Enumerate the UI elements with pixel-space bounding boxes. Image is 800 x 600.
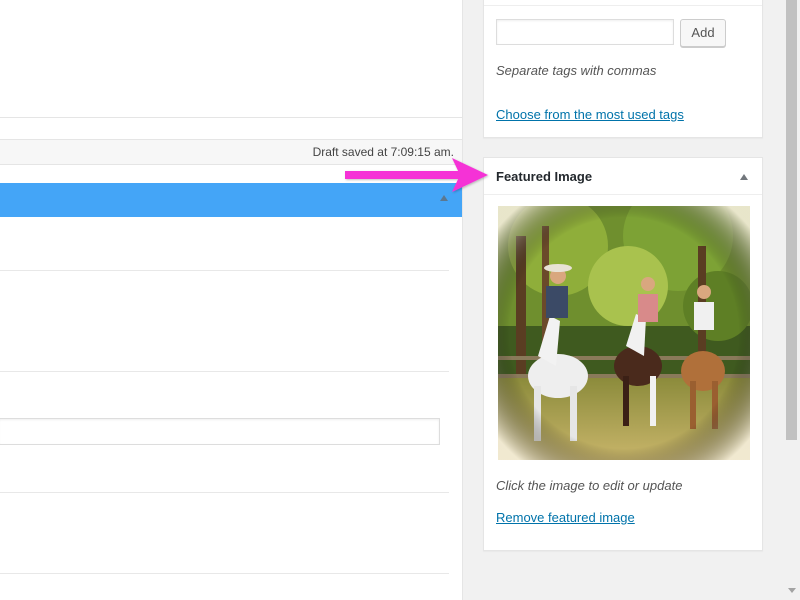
featured-image-caption: Click the image to edit or update: [496, 478, 683, 493]
divider: [0, 573, 449, 574]
divider: [0, 492, 449, 493]
scroll-down-arrow-icon[interactable]: [788, 588, 796, 593]
tag-input[interactable]: [496, 19, 674, 45]
metabox-text-field[interactable]: [0, 418, 440, 445]
add-tag-button[interactable]: Add: [680, 19, 726, 47]
divider: [0, 371, 449, 372]
triangle-up-icon[interactable]: [740, 174, 748, 180]
divider: [484, 5, 762, 6]
featured-image-thumbnail[interactable]: [498, 206, 750, 460]
editor-content-area[interactable]: [0, 0, 462, 118]
tags-box: Add Separate tags with commas Choose fro…: [483, 0, 763, 138]
featured-image-header[interactable]: Featured Image: [484, 158, 762, 195]
arrow-right-icon: [345, 158, 488, 192]
scrollbar-thumb[interactable]: [786, 0, 797, 440]
divider: [0, 270, 449, 271]
remove-featured-image-link[interactable]: Remove featured image: [496, 510, 635, 525]
tags-hint: Separate tags with commas: [496, 63, 657, 78]
featured-image-box: Featured Image Click the image to edit o…: [483, 157, 763, 551]
most-used-tags-link[interactable]: Choose from the most used tags: [496, 107, 684, 122]
post-editor: Draft saved at 7:09:15 am.: [0, 0, 463, 600]
horse-riders-photo-icon: [498, 206, 750, 460]
featured-image-title: Featured Image: [496, 169, 593, 184]
